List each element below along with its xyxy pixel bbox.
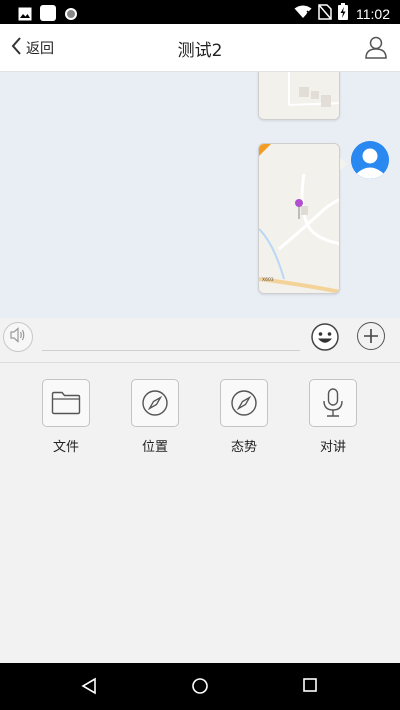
- compass-icon: [142, 390, 168, 416]
- voice-toggle-button[interactable]: [3, 322, 33, 352]
- battery-charging-icon: [338, 3, 348, 24]
- wifi-icon: [294, 4, 312, 23]
- map-thumbnail: [259, 72, 339, 119]
- page-title: 测试2: [177, 41, 223, 61]
- map-thumbnail: X603: [259, 144, 339, 293]
- navigation-bar: [0, 663, 400, 710]
- file-function[interactable]: 文件: [36, 379, 96, 455]
- bubble-arrow: [340, 158, 348, 170]
- user-icon: [364, 36, 388, 63]
- map-message-location[interactable]: X603: [258, 143, 340, 294]
- map-road-label: X603: [262, 277, 274, 283]
- chat-area[interactable]: X603: [0, 72, 400, 318]
- recents-square-icon[interactable]: [302, 677, 318, 697]
- speaker-icon: [9, 327, 27, 347]
- message-input[interactable]: [42, 324, 300, 351]
- situation-function[interactable]: 态势: [214, 379, 274, 455]
- plus-icon: [364, 329, 378, 343]
- title-bar: 返回 测试2: [0, 24, 400, 72]
- no-sim-icon: [318, 3, 332, 24]
- location-button[interactable]: [131, 379, 179, 427]
- status-bar: 11:02: [0, 0, 400, 24]
- avatar-person-icon: [351, 141, 389, 179]
- user-button[interactable]: [364, 35, 388, 63]
- circle-icon: [64, 6, 78, 25]
- file-button[interactable]: [42, 379, 90, 427]
- intercom-label: 对讲: [319, 440, 346, 455]
- location-pin-icon: [295, 199, 303, 207]
- back-triangle-icon[interactable]: [80, 677, 98, 699]
- file-label: 文件: [52, 440, 79, 455]
- image-icon: [18, 6, 32, 25]
- square-icon: [40, 5, 56, 25]
- map-message-previous[interactable]: [258, 72, 340, 120]
- microphone-icon: [323, 388, 343, 417]
- emoji-button[interactable]: [310, 322, 340, 352]
- compass-icon: [231, 390, 257, 416]
- location-label: 位置: [141, 440, 168, 455]
- input-bar: [0, 318, 400, 362]
- location-function[interactable]: 位置: [125, 379, 185, 455]
- folder-icon: [51, 391, 81, 415]
- intercom-button[interactable]: [309, 379, 357, 427]
- situation-label: 态势: [230, 440, 257, 455]
- status-time: 11:02: [356, 5, 390, 22]
- avatar[interactable]: [351, 141, 389, 179]
- home-circle-icon[interactable]: [191, 677, 209, 699]
- more-options-button[interactable]: [357, 322, 385, 350]
- emoji-icon: [311, 323, 339, 351]
- intercom-function[interactable]: 对讲: [303, 379, 363, 455]
- function-panel: 文件 位置 态势 对讲: [0, 363, 400, 663]
- situation-button[interactable]: [220, 379, 268, 427]
